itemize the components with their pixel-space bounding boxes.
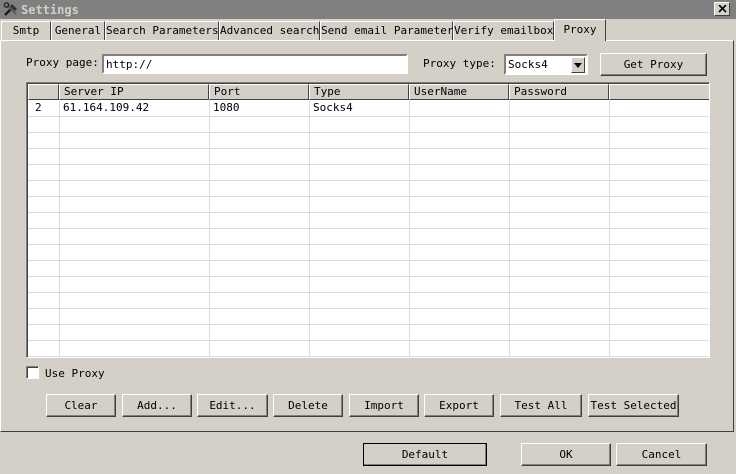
use-proxy-checkbox[interactable] <box>26 366 39 379</box>
row-gridline <box>28 228 709 229</box>
proxy-type-label: Proxy type: <box>423 57 496 70</box>
column-header-type[interactable]: Type <box>309 84 409 100</box>
row-gridline <box>28 212 709 213</box>
column-gridline <box>409 100 410 357</box>
password-cell <box>509 101 513 115</box>
row-gridline <box>28 132 709 133</box>
column-gridline <box>509 100 510 357</box>
proxy-type-value: Socks4 <box>508 58 548 71</box>
title-bar: Settings <box>0 0 736 19</box>
row-gridline <box>28 180 709 181</box>
type-cell: Socks4 <box>313 101 353 114</box>
clear-button[interactable]: Clear <box>46 394 116 417</box>
proxy-type-select[interactable]: Socks4 <box>504 54 588 75</box>
edit-button[interactable]: Edit... <box>197 394 268 417</box>
delete-button[interactable]: Delete <box>273 394 343 417</box>
dropdown-arrow-icon[interactable] <box>571 57 585 73</box>
tab-verify-emailbox[interactable]: Verify emailbox <box>453 21 554 40</box>
proxy-table[interactable]: Server IP Port Type UserName Password 2 … <box>26 82 710 358</box>
row-gridline <box>28 356 709 357</box>
username-cell <box>409 101 413 115</box>
use-proxy-label[interactable]: Use Proxy <box>45 367 105 380</box>
column-header-index[interactable] <box>28 84 59 100</box>
row-gridline <box>28 324 709 325</box>
proxy-page-label: Proxy page: <box>26 56 99 69</box>
row-gridline <box>28 340 709 341</box>
test-selected-button[interactable]: Test Selected <box>588 394 679 417</box>
proxy-page-input[interactable]: http:// <box>102 54 408 74</box>
table-row[interactable]: 2 61.164.109.42 1080 Socks4 <box>28 100 709 116</box>
default-button[interactable]: Default <box>363 443 487 466</box>
row-gridline <box>28 116 709 117</box>
tab-advanced-search[interactable]: Advanced search <box>219 21 320 40</box>
row-gridline <box>28 308 709 309</box>
tab-smtp[interactable]: Smtp <box>1 21 51 40</box>
row-gridline <box>28 164 709 165</box>
column-header-filler <box>609 84 709 100</box>
export-button[interactable]: Export <box>424 394 494 417</box>
row-gridline <box>28 260 709 261</box>
row-number-cell: 2 <box>35 101 42 114</box>
tab-general[interactable]: General <box>51 21 105 40</box>
tab-send-email-parameter[interactable]: Send email Parameter <box>320 21 453 40</box>
row-gridline <box>28 196 709 197</box>
row-gridline <box>28 148 709 149</box>
close-button[interactable] <box>714 2 730 16</box>
row-gridline <box>28 292 709 293</box>
column-header-password[interactable]: Password <box>509 84 609 100</box>
column-header-server-ip[interactable]: Server IP <box>59 84 209 100</box>
window-title: Settings <box>21 3 79 17</box>
column-gridline <box>209 100 210 357</box>
close-icon <box>717 5 727 13</box>
row-gridline <box>28 276 709 277</box>
column-gridline <box>59 100 60 357</box>
add-button[interactable]: Add... <box>122 394 192 417</box>
ok-button[interactable]: OK <box>521 443 611 466</box>
column-gridline <box>309 100 310 357</box>
tab-search-parameters[interactable]: Search Parameters <box>105 21 219 40</box>
column-gridline <box>609 100 610 357</box>
server-ip-cell: 61.164.109.42 <box>63 101 150 114</box>
row-gridline <box>28 244 709 245</box>
tools-icon <box>3 2 19 17</box>
get-proxy-button[interactable]: Get Proxy <box>600 53 707 76</box>
cancel-button[interactable]: Cancel <box>616 443 707 466</box>
import-button[interactable]: Import <box>349 394 419 417</box>
port-cell: 1080 <box>213 101 240 114</box>
column-header-port[interactable]: Port <box>209 84 309 100</box>
test-all-button[interactable]: Test All <box>500 394 582 417</box>
tab-proxy[interactable]: Proxy <box>554 19 606 41</box>
column-header-username[interactable]: UserName <box>409 84 509 100</box>
